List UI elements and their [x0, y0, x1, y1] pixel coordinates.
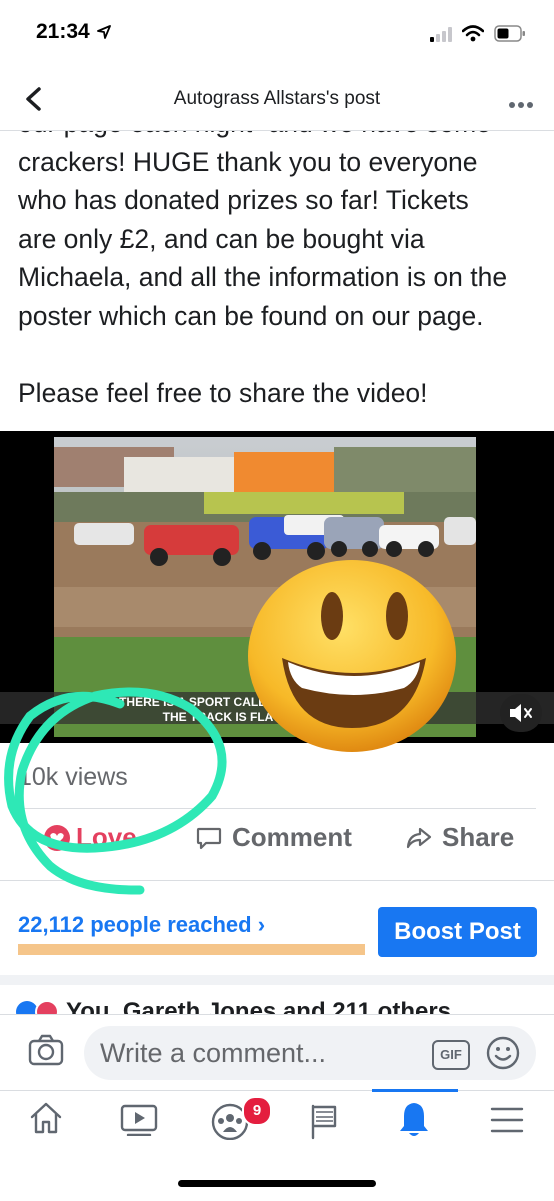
- people-reached-link[interactable]: 22,112 people reached ›: [18, 912, 265, 938]
- page-title: Autograss Allstars's post: [173, 88, 381, 109]
- smiling-emoji-sticker: [244, 556, 464, 761]
- reach-progress-bar: [18, 944, 365, 955]
- tab-menu[interactable]: [490, 1106, 524, 1139]
- post-text-line: who has donated prizes so far! Tickets: [18, 185, 469, 215]
- menu-icon: [490, 1107, 524, 1133]
- post-text-line: poster which can be found on our page.: [18, 300, 484, 331]
- wifi-icon: [461, 25, 485, 47]
- share-button[interactable]: Share: [406, 822, 514, 853]
- camera-icon: [28, 1034, 64, 1066]
- emoji-button[interactable]: [486, 1036, 520, 1075]
- cellular-signal-icon: [430, 26, 454, 47]
- location-arrow-icon: [97, 25, 111, 44]
- tab-watch[interactable]: [120, 1104, 158, 1141]
- home-indicator: [178, 1180, 376, 1187]
- chevron-right-icon: ›: [257, 912, 266, 937]
- pages-flag-icon: [311, 1104, 337, 1140]
- more-options-button[interactable]: [508, 96, 534, 114]
- watch-icon: [120, 1104, 158, 1137]
- gif-button[interactable]: GIF: [432, 1040, 470, 1070]
- battery-icon: [494, 25, 526, 47]
- post-body: our page each night- and we have some cr…: [18, 104, 538, 412]
- post-text-line: are only £2, and can be bought via: [18, 223, 425, 254]
- notifications-bell-icon: [400, 1103, 428, 1136]
- comment-label: Comment: [232, 822, 352, 852]
- active-tab-indicator: [372, 1089, 458, 1092]
- speaker-muted-icon: [510, 704, 532, 722]
- share-label: Share: [442, 822, 515, 852]
- annotation-scribble: [0, 676, 240, 901]
- post-text-line: Please feel free to share the video!: [18, 377, 428, 408]
- ellipsis-icon: [509, 102, 533, 108]
- boost-post-button[interactable]: Boost Post: [378, 907, 537, 957]
- tab-notifications[interactable]: [396, 1100, 432, 1145]
- clock: 21:34: [36, 20, 90, 43]
- home-icon: [30, 1102, 62, 1134]
- comment-placeholder: Write a comment...: [100, 1038, 327, 1068]
- post-text-line: crackers! HUGE thank you to everyone: [18, 146, 478, 177]
- tab-home[interactable]: [28, 1100, 64, 1141]
- notification-badge: 9: [242, 1096, 272, 1126]
- section-divider: [0, 975, 554, 985]
- post-text-line: Michaela, and all the information is on …: [18, 262, 508, 292]
- share-arrow-icon: [406, 827, 432, 848]
- people-reached-text: 22,112 people reached: [18, 912, 252, 937]
- smiley-face-icon: [486, 1036, 520, 1070]
- mute-toggle-button[interactable]: [500, 694, 542, 732]
- camera-button[interactable]: [28, 1034, 64, 1071]
- tab-pages[interactable]: [306, 1102, 340, 1145]
